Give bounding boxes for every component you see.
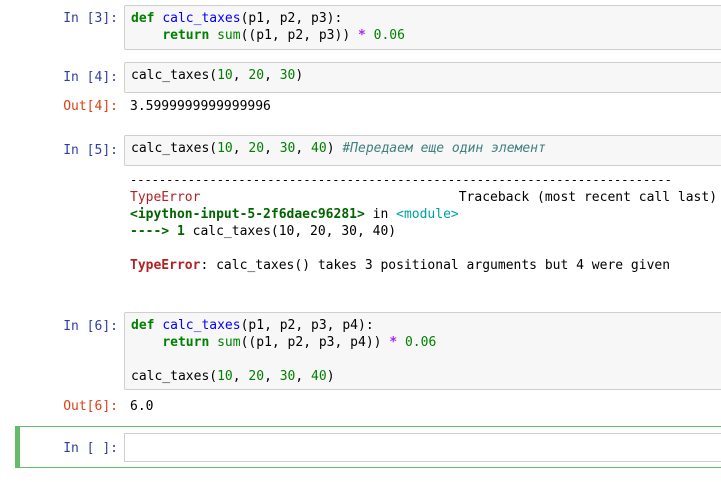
code-text: , (232, 369, 249, 384)
code-text: in (364, 207, 397, 222)
keyword: def (131, 318, 155, 333)
cell-3-code-input[interactable]: def calc_taxes(p1, p2, p3): return sum((… (124, 5, 721, 50)
cell-3-in-prompt: In [3]: (63, 11, 118, 26)
cell-5-in-prompt: In [5]: (63, 143, 118, 158)
code-line: return sum((p1, p2, p3)) * 0.06 (131, 27, 721, 44)
error-name: TypeError (130, 190, 201, 205)
traceback-arrow-line: ----> 1 calc_taxes(10, 20, 30, 40) (130, 223, 396, 240)
operator: * (358, 28, 366, 43)
cell-5-code-input[interactable]: calc_taxes(10, 20, 30, 40) #Передаем еще… (124, 135, 721, 166)
module-name: <module> (396, 207, 459, 222)
code-text: calc_taxes( (131, 141, 218, 156)
code-text: calc_taxes(10, 20, 30, 40) (192, 224, 397, 239)
code-text: , (264, 141, 280, 156)
code-text: , (295, 369, 312, 384)
code-comment: #Передаем еще один элемент (342, 141, 546, 156)
operator: * (389, 335, 398, 350)
code-text: ) (326, 141, 343, 156)
cell-6-code-input[interactable]: def calc_taxes(p1, p2, p3, p4): return s… (124, 312, 721, 390)
code-line: calc_taxes(10, 20, 30, 40) (131, 368, 721, 385)
number: 40 (311, 141, 327, 156)
code-line: calc_taxes(10, 20, 30) (131, 67, 721, 84)
number: 30 (279, 68, 296, 83)
traceback-label: Traceback (most recent call last) (458, 190, 718, 205)
builtin: sum (217, 28, 241, 43)
cell-6-output: 6.0 (130, 399, 154, 414)
error-message: TypeError: calc_taxes() takes 3 position… (130, 257, 670, 274)
traceback-header: TypeError Traceback (most recent call la… (130, 189, 717, 206)
traceback-arrow: ----> 1 (130, 224, 193, 239)
number: 40 (311, 369, 327, 384)
code-line: return sum((p1, p2, p3, p4)) * 0.06 (131, 334, 721, 351)
cell-6-in-prompt: In [6]: (63, 319, 118, 334)
number: 0.06 (373, 28, 405, 43)
code-text: ) (326, 369, 335, 384)
code-text: calc_taxes( (131, 369, 218, 384)
code-text: ) (295, 68, 304, 83)
cell-7-code-input[interactable] (124, 433, 721, 462)
input-reference: <ipython-input-5-2f6daec96281> (130, 207, 365, 222)
code-args: (p1, p2, p3, p4): (240, 318, 374, 333)
builtin: sum (217, 335, 241, 350)
code-text: , (232, 141, 249, 156)
code-args: (p1, p2, p3): (240, 11, 343, 26)
number: 20 (248, 68, 265, 83)
error-name: TypeError (130, 258, 201, 273)
code-text: , (232, 68, 249, 83)
code-text: , (264, 68, 280, 83)
number: 0.06 (404, 335, 437, 350)
code-line: def calc_taxes(p1, p2, p3, p4): (131, 317, 721, 334)
number: 30 (279, 141, 296, 156)
keyword: return (162, 28, 210, 43)
traceback-dashes: ----------------------------------------… (130, 173, 672, 187)
code-args: ((p1, p2, p3, p4)) (240, 335, 390, 350)
number: 10 (217, 68, 233, 83)
keyword: return (162, 335, 210, 350)
cell-4-code-input[interactable]: calc_taxes(10, 20, 30) (124, 62, 721, 93)
code-line: def calc_taxes(p1, p2, p3): (131, 10, 721, 27)
cell-4-in-prompt: In [4]: (63, 70, 118, 85)
function-name: calc_taxes (162, 11, 241, 26)
number: 20 (248, 369, 265, 384)
number: 10 (217, 141, 233, 156)
cell-6-out-prompt: Out[6]: (63, 399, 118, 414)
code-args: ((p1, p2, p3)) (240, 28, 358, 43)
function-name: calc_taxes (162, 318, 241, 333)
number: 30 (279, 369, 296, 384)
cell-7-in-prompt: In [ ]: (63, 441, 118, 456)
number: 10 (217, 369, 233, 384)
error-text: : calc_taxes() takes 3 positional argume… (200, 258, 671, 273)
keyword: def (131, 11, 155, 26)
code-line: calc_taxes(10, 20, 30, 40) #Передаем еще… (131, 140, 721, 157)
traceback-location: <ipython-input-5-2f6daec96281> in <modul… (130, 206, 459, 223)
cell-4-output: 3.5999999999999996 (130, 99, 271, 114)
number: 20 (248, 141, 265, 156)
cell-4-out-prompt: Out[4]: (63, 99, 118, 114)
code-text: , (264, 369, 280, 384)
code-text: calc_taxes( (131, 68, 218, 83)
code-text: , (295, 141, 312, 156)
